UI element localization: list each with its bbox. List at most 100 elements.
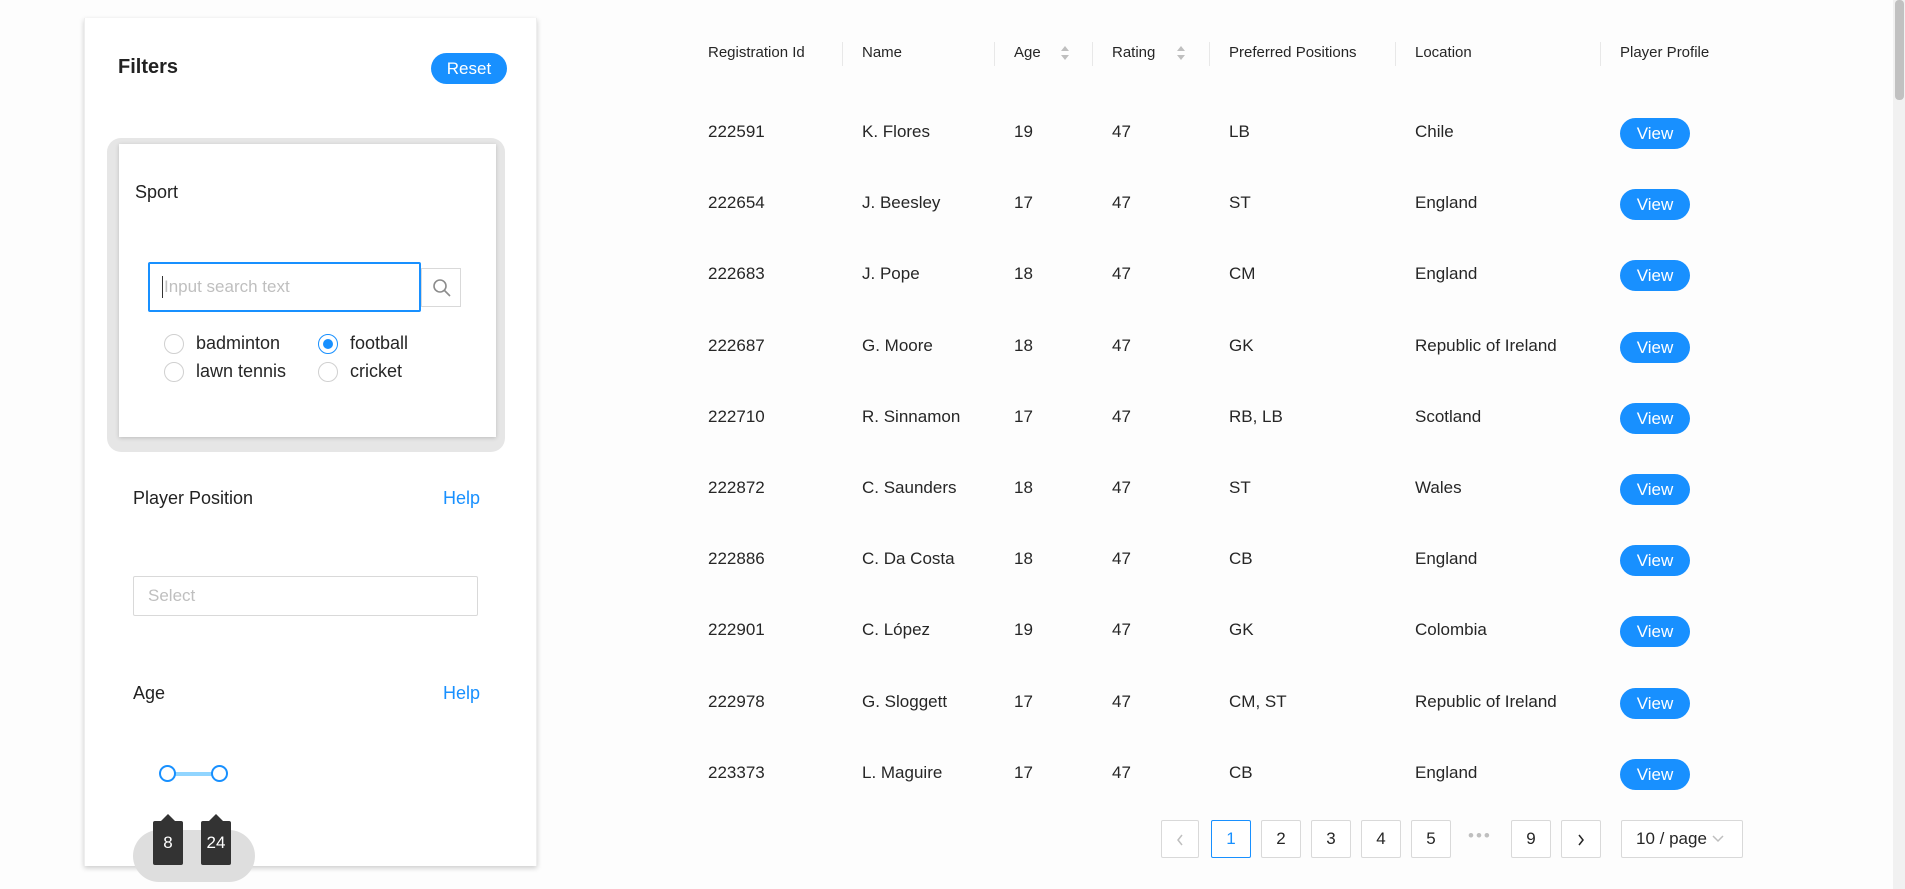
cell-registration-id: 222710 <box>708 407 765 426</box>
cell-preferred-positions: ST <box>1229 193 1251 212</box>
cell-name: L. Maguire <box>862 763 943 782</box>
chevron-right-icon <box>1578 834 1584 846</box>
page-4-button[interactable]: 4 <box>1361 820 1401 858</box>
radio-badminton[interactable]: badminton <box>164 333 280 354</box>
reset-button[interactable]: Reset <box>431 53 507 84</box>
cell-rating: 47 <box>1112 336 1131 355</box>
cell-location: Republic of Ireland <box>1415 336 1557 355</box>
cell-preferred-positions: CM <box>1229 264 1256 283</box>
cell-location: England <box>1415 549 1478 568</box>
radio-label: cricket <box>350 361 403 381</box>
column-divider <box>1209 42 1210 66</box>
page-3-button[interactable]: 3 <box>1311 820 1351 858</box>
view-profile-button[interactable]: View <box>1620 260 1690 291</box>
cell-preferred-positions: LB <box>1229 122 1250 141</box>
cell-rating: 47 <box>1112 264 1131 283</box>
view-profile-button[interactable]: View <box>1620 332 1690 363</box>
page-2-button[interactable]: 2 <box>1261 820 1301 858</box>
radio-circle-checked <box>318 333 338 354</box>
age-slider-max-handle[interactable] <box>211 765 228 782</box>
column-divider <box>1600 42 1601 66</box>
cell-name: J. Beesley <box>862 193 941 212</box>
page-size-select[interactable]: 10 / page <box>1621 820 1743 858</box>
cell-rating: 47 <box>1112 763 1131 782</box>
col-age[interactable]: Age <box>1014 44 1041 61</box>
radio-lawn-tennis[interactable]: lawn tennis <box>164 361 286 382</box>
sport-search-input[interactable]: Input search text <box>148 262 421 312</box>
view-profile-button[interactable]: View <box>1620 545 1690 576</box>
cell-location: Chile <box>1415 122 1454 141</box>
col-player-profile: Player Profile <box>1620 44 1710 61</box>
view-profile-button[interactable]: View <box>1620 759 1690 790</box>
age-title: Age <box>133 683 166 703</box>
cell-preferred-positions: GK <box>1229 336 1254 355</box>
sport-title: Sport <box>135 182 179 202</box>
radio-cricket[interactable]: cricket <box>318 361 402 382</box>
cell-registration-id: 222886 <box>708 549 765 568</box>
column-divider <box>1395 42 1396 66</box>
cell-location: Colombia <box>1415 620 1487 639</box>
cell-preferred-positions: ST <box>1229 478 1251 497</box>
page-size-value: 10 / page <box>1636 829 1707 848</box>
cell-preferred-positions: GK <box>1229 620 1254 639</box>
page-5-button[interactable]: 5 <box>1411 820 1451 858</box>
radio-football[interactable]: football <box>318 333 408 354</box>
cell-name: C. Da Costa <box>862 549 955 568</box>
age-min-tooltip: 8 <box>153 814 183 865</box>
page-9-button[interactable]: 9 <box>1511 820 1551 858</box>
cell-age: 17 <box>1014 763 1033 782</box>
cell-location: Wales <box>1415 478 1462 497</box>
radio-circle <box>318 361 338 382</box>
chevron-down-icon <box>1712 835 1724 843</box>
cell-rating: 47 <box>1112 122 1131 141</box>
view-profile-button[interactable]: View <box>1620 616 1690 647</box>
col-registration-id: Registration Id <box>708 44 805 61</box>
pagination-ellipsis[interactable]: ••• <box>1468 826 1492 846</box>
view-profile-button[interactable]: View <box>1620 403 1690 434</box>
cell-location: England <box>1415 193 1478 212</box>
cell-preferred-positions: CB <box>1229 549 1253 568</box>
cell-age: 19 <box>1014 122 1033 141</box>
cell-age: 18 <box>1014 478 1033 497</box>
cell-location: Scotland <box>1415 407 1482 426</box>
view-profile-button[interactable]: View <box>1620 189 1690 220</box>
cell-name: G. Sloggett <box>862 692 948 711</box>
cell-name: G. Moore <box>862 336 933 355</box>
view-profile-button[interactable]: View <box>1620 474 1690 505</box>
cell-registration-id: 223373 <box>708 763 765 782</box>
radio-label: badminton <box>196 333 281 353</box>
cell-rating: 47 <box>1112 193 1131 212</box>
cell-registration-id: 222654 <box>708 193 765 212</box>
cell-location: Republic of Ireland <box>1415 692 1557 711</box>
player-position-help-link[interactable]: Help <box>443 488 480 509</box>
col-location: Location <box>1415 44 1472 61</box>
cell-age: 17 <box>1014 407 1033 426</box>
sort-icon[interactable] <box>1060 44 1070 62</box>
filters-panel: Filters Reset Sport Input search text ba… <box>84 18 537 882</box>
col-rating[interactable]: Rating <box>1112 44 1155 61</box>
chevron-left-icon <box>1177 834 1183 846</box>
sport-filter-wrapper: Sport Input search text badminton footba… <box>107 138 505 452</box>
scrollbar-thumb[interactable] <box>1895 0 1904 100</box>
search-button[interactable] <box>421 268 461 307</box>
column-divider <box>994 42 995 66</box>
cell-registration-id: 222683 <box>708 264 765 283</box>
sort-icon[interactable] <box>1176 44 1186 62</box>
cell-rating: 47 <box>1112 620 1131 639</box>
col-name: Name <box>862 44 903 61</box>
view-profile-button[interactable]: View <box>1620 688 1690 719</box>
pagination-prev-button[interactable] <box>1161 820 1199 858</box>
sport-filter-card: Sport Input search text badminton footba… <box>119 144 496 437</box>
age-slider-min-handle[interactable] <box>159 765 176 782</box>
page-1-button[interactable]: 1 <box>1211 820 1251 858</box>
filters-title: Filters <box>118 56 179 78</box>
column-divider <box>1092 42 1093 66</box>
page-scrollbar[interactable] <box>1893 0 1905 889</box>
radio-circle <box>164 361 184 382</box>
cell-age: 19 <box>1014 620 1033 639</box>
view-profile-button[interactable]: View <box>1620 118 1690 149</box>
age-help-link[interactable]: Help <box>443 683 480 704</box>
player-position-select[interactable]: Select <box>133 576 478 616</box>
pagination-next-button[interactable] <box>1561 820 1601 858</box>
player-position-title: Player Position <box>133 488 254 508</box>
